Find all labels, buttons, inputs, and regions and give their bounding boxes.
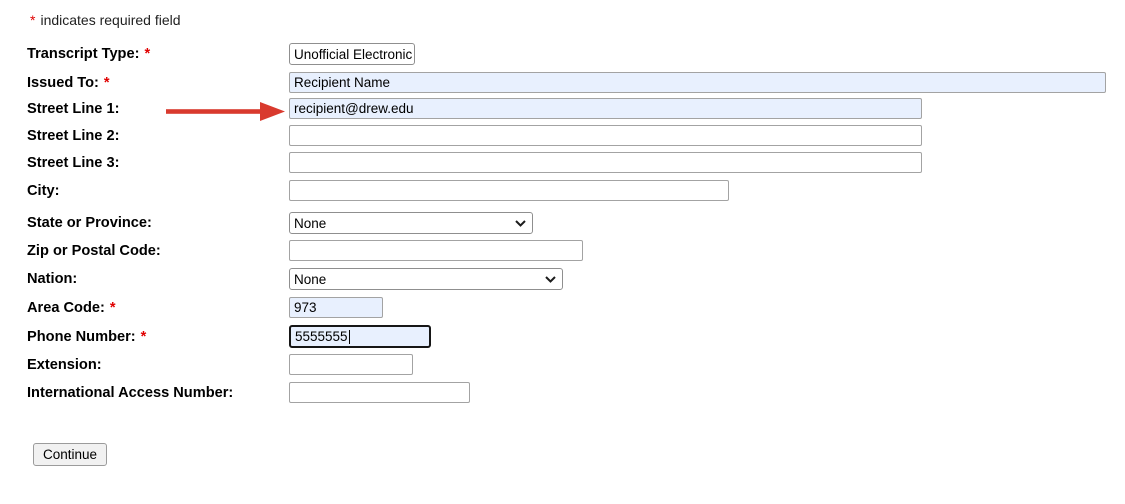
- area-code-input[interactable]: 973: [289, 297, 383, 318]
- form-row-state: State or Province: None: [27, 212, 533, 234]
- city-label: City:: [27, 183, 289, 199]
- street-line-3-input[interactable]: [289, 152, 922, 173]
- extension-input[interactable]: [289, 354, 413, 375]
- issued-to-input[interactable]: Recipient Name: [289, 72, 1106, 93]
- transcript-type-label: Transcript Type:*: [27, 46, 289, 62]
- nation-label: Nation:: [27, 271, 289, 287]
- required-asterisk: *: [144, 46, 150, 62]
- international-access-label: International Access Number:: [27, 385, 289, 401]
- street-line-2-label: Street Line 2:: [27, 128, 289, 144]
- continue-button[interactable]: Continue: [33, 443, 107, 466]
- form-row-extension: Extension:: [27, 354, 413, 375]
- form-row-international-access: International Access Number:: [27, 382, 470, 403]
- nation-select[interactable]: None: [289, 268, 563, 290]
- phone-number-label: Phone Number:*: [27, 329, 289, 345]
- street-line-1-input[interactable]: recipient@drew.edu: [289, 98, 922, 119]
- transcript-type-value: Unofficial Electronic: [294, 47, 412, 62]
- required-field-note: * indicates required field: [30, 12, 181, 28]
- phone-number-input[interactable]: 5555555: [289, 325, 431, 348]
- transcript-type-select[interactable]: Unofficial Electronic: [289, 43, 415, 65]
- street-line-3-label: Street Line 3:: [27, 155, 289, 171]
- form-row-city: City:: [27, 180, 729, 201]
- zip-label: Zip or Postal Code:: [27, 243, 289, 259]
- form-row-zip: Zip or Postal Code:: [27, 240, 583, 261]
- form-row-phone-number: Phone Number:* 5555555: [27, 325, 431, 348]
- required-note-text: indicates required field: [40, 12, 180, 28]
- required-asterisk: *: [104, 75, 110, 91]
- state-label: State or Province:: [27, 215, 289, 231]
- nation-value: None: [294, 272, 326, 287]
- form-row-street-line-2: Street Line 2:: [27, 125, 922, 146]
- text-cursor: [349, 330, 350, 344]
- form-row-street-line-3: Street Line 3:: [27, 152, 922, 173]
- issued-to-label: Issued To:*: [27, 75, 289, 91]
- international-access-input[interactable]: [289, 382, 470, 403]
- required-asterisk: *: [141, 329, 147, 345]
- street-line-2-input[interactable]: [289, 125, 922, 146]
- form-row-transcript-type: Transcript Type:* Unofficial Electronic: [27, 43, 415, 65]
- form-row-nation: Nation: None: [27, 268, 563, 290]
- chevron-down-icon: [545, 276, 556, 283]
- form-row-area-code: Area Code:* 973: [27, 297, 383, 318]
- state-select[interactable]: None: [289, 212, 533, 234]
- chevron-down-icon: [515, 220, 526, 227]
- red-arrow-annotation-icon: [166, 102, 286, 121]
- required-asterisk: *: [110, 300, 116, 316]
- required-asterisk: *: [30, 12, 35, 28]
- form-row-street-line-1: Street Line 1: recipient@drew.edu: [27, 98, 922, 119]
- zip-input[interactable]: [289, 240, 583, 261]
- city-input[interactable]: [289, 180, 729, 201]
- extension-label: Extension:: [27, 357, 289, 373]
- state-value: None: [294, 216, 326, 231]
- area-code-label: Area Code:*: [27, 300, 289, 316]
- form-row-issued-to: Issued To:* Recipient Name: [27, 72, 1106, 93]
